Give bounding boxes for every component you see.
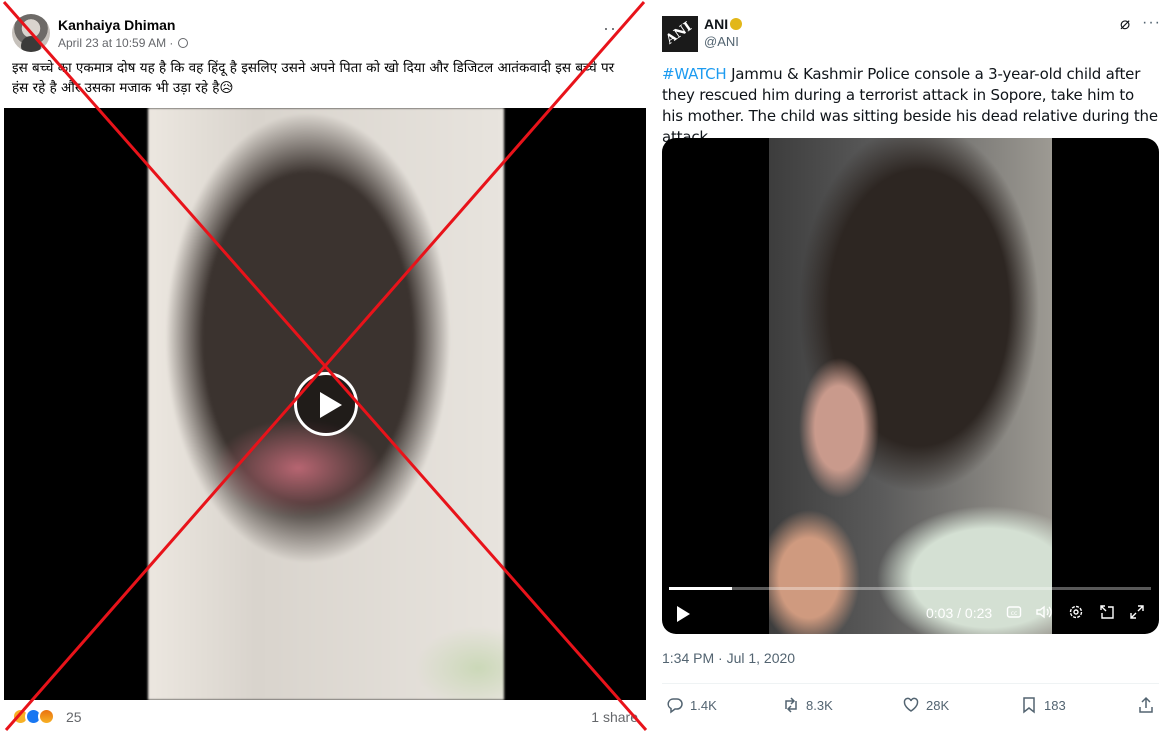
post-date[interactable]: April 23 at 10:59 AM · bbox=[58, 36, 188, 50]
pip-svg bbox=[1100, 605, 1114, 619]
like-count: 28K bbox=[926, 697, 950, 713]
ani-logo-text: ANI bbox=[663, 19, 695, 48]
play-icon[interactable] bbox=[677, 606, 690, 622]
tweet-video[interactable]: 0:03 / 0:23 cc bbox=[662, 138, 1159, 634]
share-icon bbox=[1139, 696, 1153, 713]
reply-button[interactable]: 1.4K bbox=[666, 694, 717, 716]
retweet-count: 8.3K bbox=[806, 697, 833, 713]
angry-icon bbox=[38, 708, 55, 725]
tweet-text: #WATCH Jammu & Kashmir Police console a … bbox=[662, 64, 1158, 148]
post-header: Kanhaiya Dhiman April 23 at 10:59 AM · ·… bbox=[12, 12, 632, 52]
video-progress-bar[interactable] bbox=[669, 587, 1151, 590]
author-name[interactable]: Kanhaiya Dhiman bbox=[58, 17, 175, 33]
retweet-button[interactable]: 8.3K bbox=[782, 694, 833, 716]
facebook-post: Kanhaiya Dhiman April 23 at 10:59 AM · ·… bbox=[0, 0, 648, 732]
author-avatar[interactable] bbox=[12, 14, 50, 52]
more-options-icon[interactable]: ··· bbox=[1142, 14, 1161, 32]
grok-icon[interactable]: ⌀ bbox=[1120, 14, 1130, 34]
like-button[interactable]: 28K bbox=[902, 694, 949, 716]
bookmark-icon bbox=[1023, 697, 1035, 714]
reactions-summary[interactable] bbox=[12, 708, 62, 726]
reaction-count[interactable]: 25 bbox=[66, 709, 82, 725]
reply-icon bbox=[667, 698, 683, 714]
fullscreen-svg bbox=[1130, 605, 1144, 619]
globe-icon bbox=[177, 38, 188, 48]
post-text: इस बच्चे का एकमात्र दोष यह है कि वह हिंद… bbox=[12, 60, 615, 96]
bookmark-count: 183 bbox=[1044, 697, 1066, 713]
retweet-icon bbox=[785, 697, 797, 713]
tweet: ANI ANI @ANI ⌀ ··· #WATCH Jammu & Kashmi… bbox=[652, 0, 1163, 732]
post-footer: 25 1 share bbox=[12, 706, 638, 728]
settings-icon[interactable] bbox=[1067, 604, 1085, 622]
captions-icon[interactable]: cc bbox=[1005, 604, 1023, 622]
reply-count: 1.4K bbox=[690, 697, 717, 713]
tweet-author-name: ANI bbox=[704, 16, 729, 32]
settings-svg bbox=[1069, 605, 1083, 619]
play-button[interactable] bbox=[294, 372, 358, 436]
video-frame bbox=[769, 138, 1052, 634]
tweet-handle[interactable]: @ANI bbox=[704, 34, 739, 49]
volume-icon[interactable] bbox=[1035, 604, 1053, 622]
tweet-actions: 1.4K 8.3K 28K 183 bbox=[662, 694, 1159, 716]
video-controls: 0:03 / 0:23 cc bbox=[662, 600, 1159, 628]
tweet-author[interactable]: ANI bbox=[704, 16, 743, 32]
tweet-timestamp[interactable]: 1:34 PM · Jul 1, 2020 bbox=[662, 650, 795, 666]
divider bbox=[662, 683, 1159, 684]
volume-svg bbox=[1036, 605, 1052, 619]
post-date-text: April 23 at 10:59 AM · bbox=[58, 36, 174, 50]
share-button[interactable] bbox=[1137, 694, 1155, 716]
video-time: 0:03 / 0:23 bbox=[926, 605, 993, 621]
video-progress-fill bbox=[669, 587, 732, 590]
fullscreen-icon[interactable] bbox=[1128, 604, 1146, 622]
post-video[interactable] bbox=[4, 108, 646, 700]
picture-in-picture-icon[interactable] bbox=[1098, 604, 1116, 622]
more-options-button[interactable]: ··· bbox=[603, 18, 624, 39]
verified-badge-icon bbox=[730, 18, 743, 30]
ani-logo[interactable]: ANI bbox=[662, 16, 698, 52]
captions-svg: cc bbox=[1006, 606, 1022, 618]
shares-count[interactable]: 1 share bbox=[591, 709, 638, 725]
bookmark-button[interactable]: 183 bbox=[1020, 694, 1066, 716]
heart-icon bbox=[903, 697, 919, 712]
svg-text:cc: cc bbox=[1011, 610, 1018, 617]
tweet-body: Jammu & Kashmir Police console a 3-year-… bbox=[662, 65, 1158, 146]
hashtag-link[interactable]: #WATCH bbox=[662, 65, 727, 83]
